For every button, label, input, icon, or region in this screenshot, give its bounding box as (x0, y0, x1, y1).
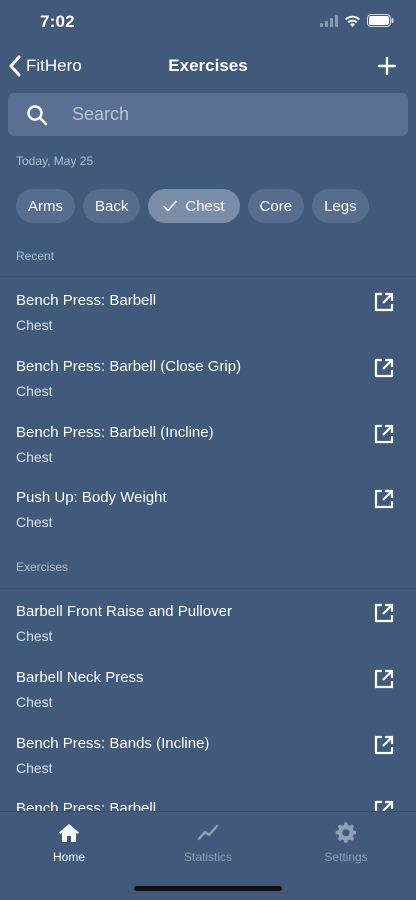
exercise-title: Bench Press: Barbell (Incline) (16, 424, 214, 441)
list-item[interactable]: Barbell Front Raise and Pullover Chest (0, 603, 416, 669)
list-item[interactable]: Push Up: Body Weight Chest (0, 489, 416, 555)
open-external-icon[interactable] (374, 669, 394, 689)
gear-icon (335, 822, 357, 843)
chip-label: Arms (28, 197, 63, 215)
battery-icon (367, 14, 394, 27)
filter-chip-arms[interactable]: Arms (16, 189, 75, 223)
list-item[interactable]: Bench Press: Barbell Chest (0, 292, 416, 358)
list-item[interactable]: Bench Press: Bands (Incline) Chest (0, 735, 416, 801)
date-label: Today, May 25 (16, 154, 94, 168)
open-external-icon[interactable] (374, 489, 394, 509)
filter-chip-back[interactable]: Back (83, 189, 141, 223)
exercise-title: Bench Press: Barbell (16, 292, 157, 309)
divider (0, 276, 416, 277)
wifi-icon (345, 15, 360, 27)
open-external-icon[interactable] (374, 292, 394, 312)
exercise-category: Chest (16, 628, 53, 644)
tab-label: Settings (324, 850, 368, 864)
open-external-icon[interactable] (374, 424, 394, 444)
list-item[interactable]: Bench Press: Barbell (Close Grip) Chest (0, 358, 416, 424)
exercise-category: Chest (16, 317, 53, 333)
add-icon[interactable] (376, 55, 398, 77)
filter-chip-chest[interactable]: Chest (148, 189, 240, 223)
tab-home[interactable]: Home (19, 822, 119, 864)
exercise-category: Chest (16, 760, 53, 776)
navigation-bar: FitHero Exercises (0, 44, 416, 88)
tab-settings[interactable]: Settings (296, 822, 396, 864)
status-bar: 7:02 (0, 0, 416, 44)
search-input[interactable] (72, 93, 408, 136)
open-external-icon[interactable] (374, 358, 394, 378)
exercise-title: Bench Press: Bands (Incline) (16, 735, 210, 752)
filter-chip-legs[interactable]: Legs (312, 189, 369, 223)
list-item[interactable]: Bench Press: Barbell (Incline) Chest (0, 424, 416, 490)
list-item[interactable]: Bench Press: Barbell (0, 800, 416, 811)
divider (0, 588, 416, 589)
home-indicator (134, 886, 282, 891)
exercise-title: Barbell Neck Press (16, 669, 144, 686)
tab-label: Statistics (183, 850, 232, 864)
status-icons (320, 14, 394, 27)
page-title: Exercises (168, 56, 248, 75)
list-item[interactable]: Barbell Neck Press Chest (0, 669, 416, 735)
chip-label: Core (259, 197, 293, 215)
exercise-title: Bench Press: Barbell (16, 800, 157, 811)
home-icon (59, 824, 79, 842)
tab-label: Home (52, 850, 85, 864)
search-bar[interactable] (8, 93, 408, 136)
exercise-title: Push Up: Body Weight (16, 489, 167, 506)
chip-label: Chest (185, 197, 225, 215)
exercise-title: Bench Press: Barbell (Close Grip) (16, 358, 242, 375)
exercise-category: Chest (16, 514, 53, 530)
checkmark-icon (163, 200, 178, 212)
exercise-category: Chest (16, 694, 53, 710)
status-time: 7:02 (40, 12, 75, 31)
chart-line-icon (197, 824, 219, 841)
open-external-icon[interactable] (374, 603, 394, 623)
section-header-exercises: Exercises (16, 560, 69, 574)
exercise-title: Barbell Front Raise and Pullover (16, 603, 232, 620)
tab-statistics[interactable]: Statistics (158, 822, 258, 864)
open-external-icon[interactable] (374, 735, 394, 755)
exercise-category: Chest (16, 449, 53, 465)
filter-chip-core[interactable]: Core (247, 189, 305, 223)
section-header-recent: Recent (16, 249, 55, 263)
cellular-signal-icon (320, 14, 338, 27)
muscle-filter-chips: Arms Back Chest Core Legs (16, 189, 369, 223)
open-external-icon[interactable] (374, 800, 394, 811)
chip-label: Back (95, 197, 129, 215)
chip-label: Legs (324, 197, 357, 215)
search-icon (27, 104, 48, 125)
exercise-category: Chest (16, 383, 53, 399)
